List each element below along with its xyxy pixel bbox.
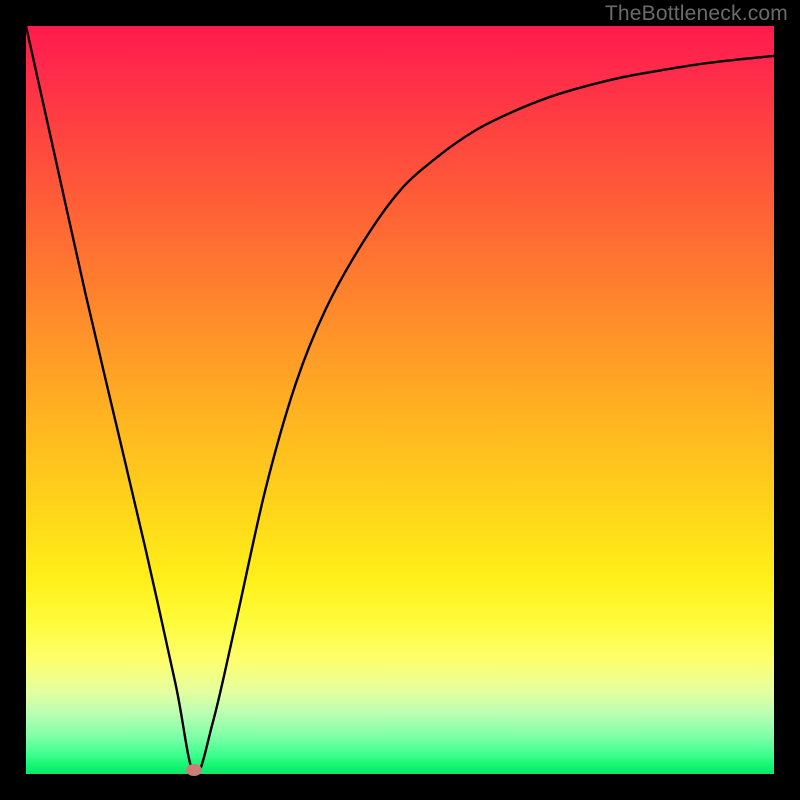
curve-svg (26, 26, 774, 774)
plot-area (26, 26, 774, 774)
outer-frame: TheBottleneck.com (0, 0, 800, 800)
optimal-point-marker (186, 764, 202, 776)
bottleneck-curve (26, 26, 774, 774)
watermark-text: TheBottleneck.com (605, 2, 788, 26)
